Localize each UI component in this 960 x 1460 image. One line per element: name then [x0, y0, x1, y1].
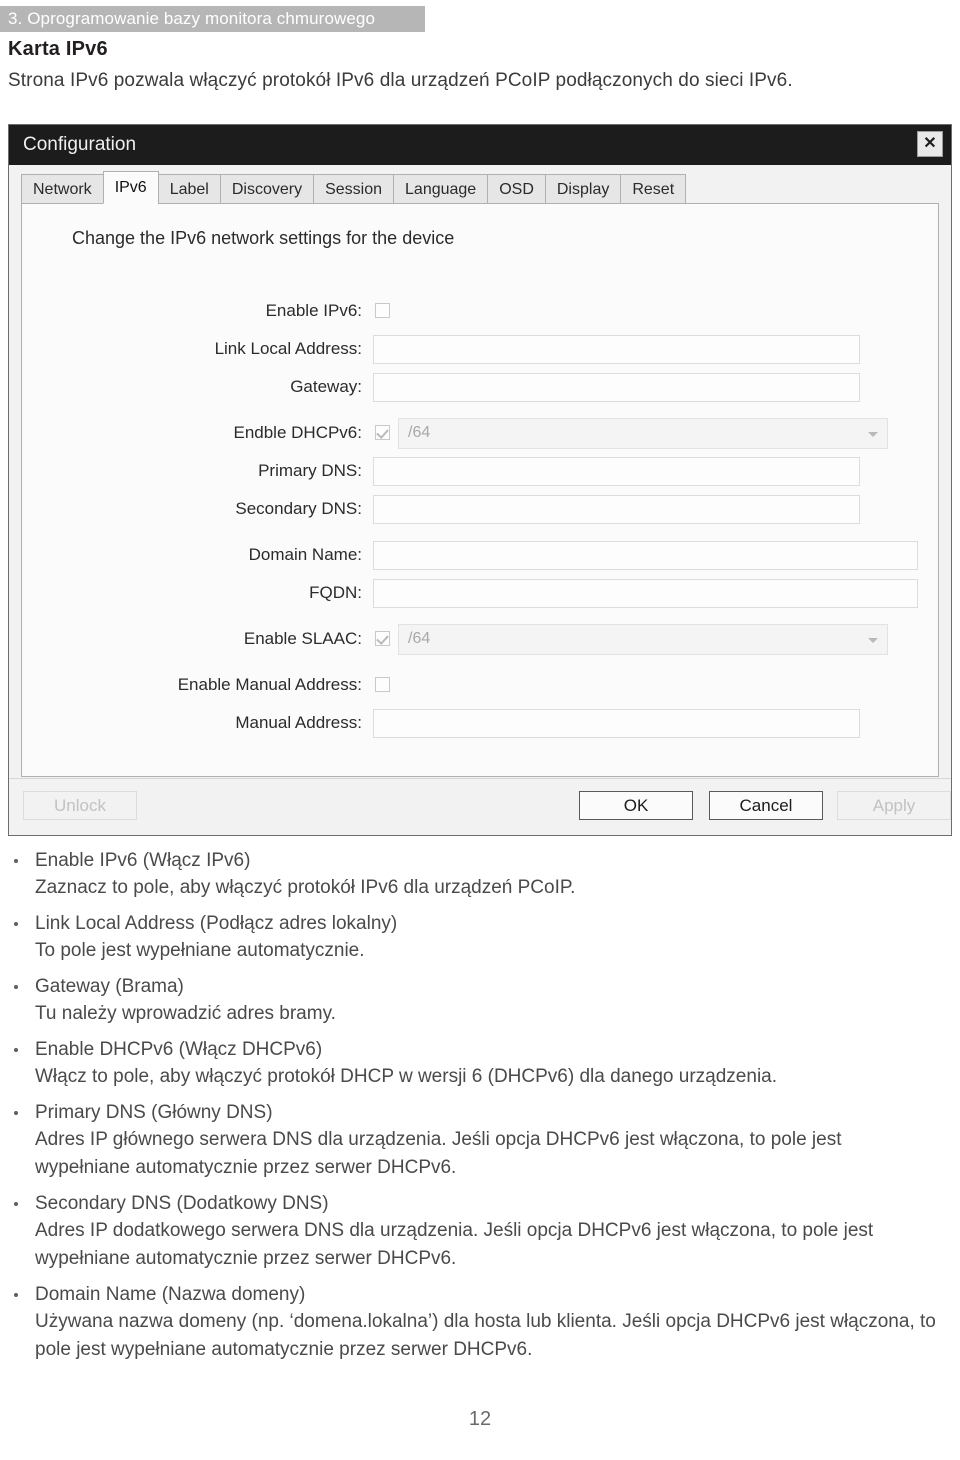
field-label-endble-dhcpv6: Endble DHCPv6:	[233, 423, 362, 442]
intro-paragraph: Strona IPv6 pozwala włączyć protokół IPv…	[8, 70, 793, 91]
bullet-term: Gateway (Brama)	[35, 976, 184, 997]
field-row-gateway: Gateway:	[22, 372, 938, 410]
running-head: 3. Oprogramowanie bazy monitora chmurowe…	[0, 6, 425, 32]
bullet-description: Adres IP dodatkowego serwera DNS dla urz…	[35, 1220, 874, 1269]
bullet-term: Enable DHCPv6 (Włącz DHCPv6)	[35, 1039, 323, 1060]
field-label-enable-manual-address: Enable Manual Address:	[177, 675, 362, 694]
field-descriptions-list: Enable IPv6 (Włącz IPv6) Zaznacz to pole,…	[8, 848, 938, 1373]
bullet-description: Tu należy wprowadzić adres bramy.	[35, 1003, 336, 1024]
bullet-description: To pole jest wypełniane automatycznie.	[35, 940, 365, 961]
chevron-down-icon	[868, 638, 878, 643]
field-row-fqdn: FQDN:	[22, 578, 938, 616]
bullet-term: Link Local Address (Podłącz adres lokaln…	[35, 913, 398, 934]
input-gateway[interactable]	[373, 373, 860, 402]
input-manual-address[interactable]	[373, 709, 860, 738]
field-row-manual-address: Manual Address:	[22, 708, 938, 746]
tab-label[interactable]: Label	[157, 174, 221, 204]
bullet-term: Enable IPv6 (Włącz IPv6)	[35, 850, 251, 871]
checkbox-endble-dhcpv6[interactable]	[375, 425, 390, 440]
field-label-domain-name: Domain Name:	[248, 545, 362, 564]
checkbox-enable-ipv6[interactable]	[375, 303, 390, 318]
bullet-term: Domain Name (Nazwa domeny)	[35, 1284, 306, 1305]
tab-network[interactable]: Network	[21, 174, 104, 204]
ok-button[interactable]: OK	[579, 791, 693, 820]
panel-heading: Change the IPv6 network settings for the…	[72, 228, 455, 248]
tab-display[interactable]: Display	[544, 174, 622, 204]
field-label-primary-dns: Primary DNS:	[258, 461, 362, 480]
list-item: Enable IPv6 (Włącz IPv6) Zaznacz to pole,…	[8, 848, 938, 902]
select-endble-dhcpv6[interactable]: /64	[398, 418, 888, 449]
page-number: 12	[468, 1408, 492, 1430]
tab-language[interactable]: Language	[393, 174, 489, 204]
unlock-button[interactable]: Unlock	[23, 791, 137, 820]
checkbox-enable-manual-address[interactable]	[375, 677, 390, 692]
list-item: Link Local Address (Podłącz adres lokaln…	[8, 911, 938, 965]
select-value-enable-slaac: /64	[408, 630, 431, 647]
tab-ipv6[interactable]: IPv6	[102, 171, 159, 204]
tab-bar: Network IPv6 Label Discovery Session Language…	[21, 171, 687, 204]
list-item: Gateway (Brama) Tu należy wprowadzić adre…	[8, 974, 938, 1028]
select-enable-slaac[interactable]: /64	[398, 624, 888, 655]
field-label-fqdn: FQDN:	[309, 583, 362, 602]
input-secondary-dns[interactable]	[373, 495, 860, 524]
input-domain-name[interactable]	[373, 541, 918, 570]
field-row-domain-name: Domain Name:	[22, 540, 938, 578]
select-value-endble-dhcpv6: /64	[408, 424, 431, 441]
dialog-titlebar: Configuration ✕	[9, 125, 951, 165]
list-item: Domain Name (Nazwa domeny) Używana nazwa …	[8, 1282, 938, 1364]
tab-panel-ipv6: Change the IPv6 network settings for the…	[21, 203, 939, 777]
field-row-secondary-dns: Secondary DNS:	[22, 494, 938, 532]
dialog-footer: Unlock OK Cancel Apply	[9, 778, 951, 835]
ipv6-settings-form: Enable IPv6: Link Local Address: Gateway: E…	[22, 296, 938, 746]
tab-reset[interactable]: Reset	[620, 174, 687, 204]
bullet-description: Używana nazwa domeny (np. ‘domena.lokaln…	[35, 1311, 936, 1360]
bullet-description: Zaznacz to pole, aby włączyć protokół IP…	[35, 877, 576, 898]
field-label-enable-ipv6: Enable IPv6:	[265, 301, 362, 320]
input-fqdn[interactable]	[373, 579, 918, 608]
bullet-term: Primary DNS (Główny DNS)	[35, 1102, 273, 1123]
checkbox-enable-slaac[interactable]	[375, 631, 390, 646]
tab-discovery[interactable]: Discovery	[219, 174, 315, 204]
field-label-secondary-dns: Secondary DNS:	[235, 499, 362, 518]
field-row-enable-manual-address: Enable Manual Address:	[22, 670, 938, 708]
input-link-local-address[interactable]	[373, 335, 860, 364]
list-item: Primary DNS (Główny DNS) Adres IP główneg…	[8, 1100, 938, 1182]
configuration-dialog: Configuration ✕ Network IPv6 Label Discover…	[8, 124, 952, 836]
close-icon[interactable]: ✕	[917, 131, 943, 157]
apply-button[interactable]: Apply	[837, 791, 951, 820]
field-label-link-local-address: Link Local Address:	[214, 339, 362, 358]
tab-osd[interactable]: OSD	[487, 174, 546, 204]
cancel-button[interactable]: Cancel	[709, 791, 823, 820]
field-row-enable-ipv6: Enable IPv6:	[22, 296, 938, 334]
field-label-manual-address: Manual Address:	[235, 713, 362, 732]
field-row-enable-slaac: Enable SLAAC: /64	[22, 624, 938, 662]
bullet-term: Secondary DNS (Dodatkowy DNS)	[35, 1193, 329, 1214]
field-row-primary-dns: Primary DNS:	[22, 456, 938, 494]
page-title: Karta IPv6	[8, 38, 108, 60]
input-primary-dns[interactable]	[373, 457, 860, 486]
list-item: Enable DHCPv6 (Włącz DHCPv6) Włącz to pol…	[8, 1037, 938, 1091]
list-item: Secondary DNS (Dodatkowy DNS) Adres IP do…	[8, 1191, 938, 1273]
field-row-endble-dhcpv6: Endble DHCPv6: /64	[22, 418, 938, 456]
field-row-link-local-address: Link Local Address:	[22, 334, 938, 372]
tab-session[interactable]: Session	[313, 174, 395, 204]
chevron-down-icon	[868, 432, 878, 437]
dialog-title: Configuration	[23, 134, 137, 155]
field-label-enable-slaac: Enable SLAAC:	[243, 629, 362, 648]
bullet-description: Włącz to pole, aby włączyć protokół DHCP…	[35, 1066, 778, 1087]
field-label-gateway: Gateway:	[290, 377, 362, 396]
bullet-description: Adres IP głównego serwera DNS dla urządz…	[35, 1129, 842, 1178]
